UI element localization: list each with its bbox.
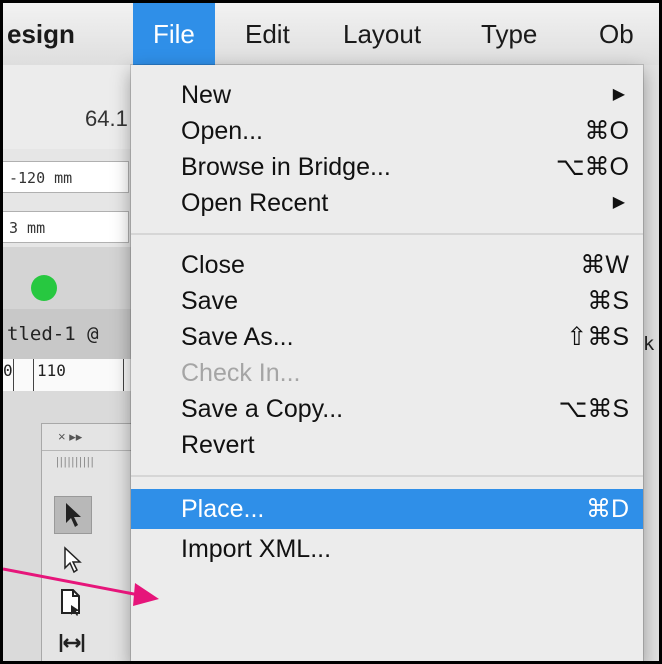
screenshot-frame: esign File Edit Layout Type Ob 64.1 -120… <box>0 0 662 664</box>
annotation-arrow-icon <box>3 567 159 606</box>
